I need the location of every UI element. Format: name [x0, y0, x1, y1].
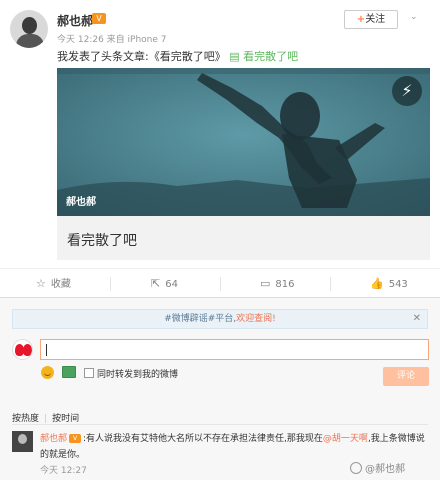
repost-checkbox[interactable] — [84, 368, 94, 378]
flash-icon[interactable]: ⚡ — [392, 76, 422, 106]
action-divider — [110, 277, 111, 291]
author-avatar[interactable] — [10, 10, 48, 48]
avatar-face — [18, 434, 27, 444]
repost-icon: ⇱ — [151, 277, 161, 290]
post-meta: 今天 12:26 来自 iPhone 7 — [57, 35, 167, 45]
action-divider — [330, 277, 331, 291]
article-icon: ▤ — [229, 50, 240, 63]
comment-body-1: :有人说我没有艾特他大名所以不存在承担法律责任,那我现在 — [83, 434, 323, 444]
vip-badge-icon[interactable]: V — [92, 13, 106, 24]
thumbs-up-icon: 👍 — [370, 277, 384, 290]
tab-sort-hot[interactable]: 按热度 — [12, 414, 39, 424]
text-caret — [46, 344, 47, 356]
vip-badge-icon: V — [69, 434, 82, 443]
notice-bar: #微博辟谣#平台,欢迎查阅! ✕ — [12, 309, 428, 329]
repost-button[interactable]: ⇱ 64 — [151, 269, 178, 299]
comment-time: 今天 12:27 — [40, 466, 87, 476]
cover-silhouette — [57, 68, 430, 216]
notice-text: #微博辟谣#平台, — [164, 314, 237, 324]
repost-count: 64 — [165, 279, 178, 290]
comment-button[interactable]: ▭ 816 — [260, 269, 295, 299]
comment-author-avatar[interactable] — [12, 431, 33, 452]
action-bar: ☆ 收藏 ⇱ 64 ▭ 816 👍 543 — [0, 268, 440, 298]
post-text: 我发表了头条文章:《看完散了吧》 ▤ 看完散了吧 — [57, 48, 298, 64]
emoji-icon[interactable] — [41, 366, 54, 379]
article-title: 看完散了吧 — [67, 233, 137, 249]
current-user-avatar — [12, 339, 33, 360]
follow-label: 关注 — [365, 14, 386, 25]
comment-sort-tabs: 按热度 | 按时间 — [12, 411, 79, 424]
article-title-bar[interactable]: 看完散了吧 — [57, 216, 430, 260]
tab-sort-time[interactable]: 按时间 — [52, 414, 79, 424]
sort-divider — [12, 424, 428, 425]
star-icon: ☆ — [36, 277, 46, 290]
comment-author-name[interactable]: 郝也郝 — [40, 434, 67, 444]
post-text-prefix: 我发表了头条文章:《看完散了吧》 — [57, 50, 226, 63]
submit-comment-button[interactable]: 评论 — [383, 367, 429, 386]
article-cover-image[interactable] — [57, 68, 430, 216]
post-card: 郝也郝 V 今天 12:26 来自 iPhone 7 +关注 ⌄ 我发表了头条文… — [0, 0, 440, 268]
weibo-watermark: @郝也郝 — [365, 464, 405, 475]
repost-checkbox-label[interactable]: 同时转发到我的微博 — [97, 367, 178, 380]
avatar-body — [16, 34, 44, 48]
like-count: 543 — [388, 279, 408, 290]
comment-input[interactable] — [40, 339, 429, 360]
weibo-logo-right — [23, 344, 32, 356]
like-button[interactable]: 👍 543 — [370, 269, 408, 299]
favorite-label: 收藏 — [50, 279, 71, 290]
comment-count: 816 — [275, 279, 295, 290]
weibo-watermark-icon — [350, 462, 362, 474]
follow-button[interactable]: +关注 — [344, 10, 398, 29]
comment-section: #微博辟谣#平台,欢迎查阅! ✕ 同时转发到我的微博 评论 按热度 | 按时间 郝也… — [0, 298, 440, 480]
action-divider — [220, 277, 221, 291]
tab-separator: | — [44, 414, 48, 424]
comment-text: 郝也郝 V:有人说我没有艾特他大名所以不存在承担法律责任,那我现在@胡一天啊,我上… — [40, 431, 430, 463]
notice-link[interactable]: 欢迎查阅! — [236, 314, 276, 324]
plus-icon: + — [356, 14, 366, 25]
article-link[interactable]: ▤ 看完散了吧 — [229, 50, 298, 63]
cover-watermark: 郝也郝 — [66, 197, 96, 208]
close-icon[interactable]: ✕ — [413, 310, 421, 328]
image-icon[interactable] — [62, 366, 76, 378]
favorite-button[interactable]: ☆ 收藏 — [36, 269, 71, 299]
avatar-head — [22, 17, 37, 34]
article-link-label: 看完散了吧 — [243, 50, 299, 63]
comment-mention[interactable]: @胡一天啊 — [323, 434, 368, 444]
comment-icon: ▭ — [260, 277, 271, 290]
chevron-down-icon[interactable]: ⌄ — [410, 12, 418, 22]
author-name[interactable]: 郝也郝 — [57, 12, 93, 29]
